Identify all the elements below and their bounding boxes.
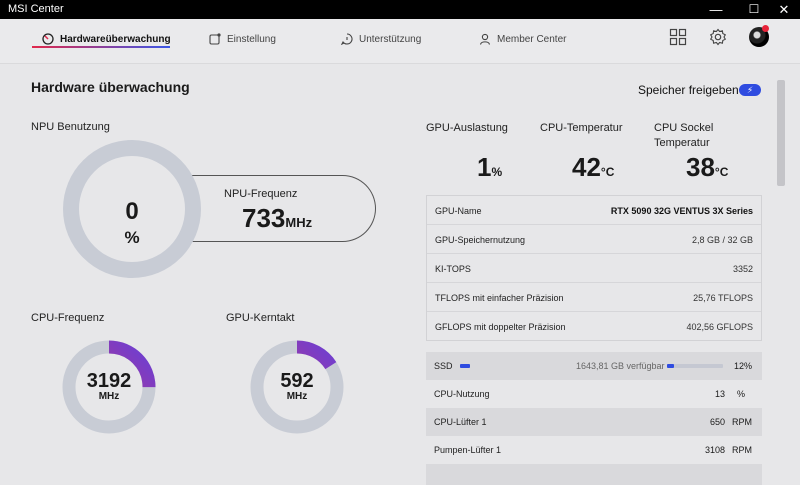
monitor-value: 13 [714,389,725,399]
ssd-mini-fill [460,364,470,368]
release-memory-button[interactable]: ⚡ [739,84,761,96]
ssd-free-space: 1643,81 GB verfügbar [576,361,665,371]
row-value: 25,76 TFLOPS [693,293,753,303]
grid-icon[interactable] [669,28,687,46]
cpu-frequency-unit: MHz [98,391,120,402]
cpu-temp-unit: °C [600,165,615,179]
monitor-row-partial [426,464,762,485]
gauge-icon [42,33,54,45]
cpu-temp-value: 42°C [572,152,614,183]
app-title: MSI Center [8,3,64,15]
monitor-row: CPU-Lüfter 1 650 RPM [426,408,762,436]
cpu-temp-number: 42 [572,152,601,182]
tab-support[interactable]: Unterstützung [341,27,421,51]
row-key: GPU-Name [435,206,482,216]
gpu-load-number: 1 [477,152,492,182]
row-key: GPU-Speichernutzung [435,235,526,245]
row-key: GFLOPS mit doppelter Präzision [435,322,566,332]
maximize-button[interactable]: ☐ [738,0,770,19]
table-row: GFLOPS mit doppelter Präzision 402,56 GF… [427,312,761,341]
row-key: TFLOPS mit einfacher Präzision [435,293,564,303]
scrollbar-thumb[interactable] [777,80,785,186]
npu-frequency-unit: MHz [285,215,313,230]
row-key: KI-TOPS [435,264,471,274]
row-value: 402,56 GFLOPS [686,322,753,332]
npu-frequency-label: NPU-Frequenz [224,188,298,200]
monitor-label: CPU-Nutzung [434,389,490,399]
cpu-frequency-gauge: 3192 MHz [62,340,156,434]
gpu-load-label: GPU-Auslastung [426,122,508,134]
gear-icon[interactable] [709,28,727,46]
npu-gauge-center: 0 % [79,156,185,262]
monitor-row: CPU-Nutzung 13 % [426,380,762,408]
cpu-socket-temp-value: 38°C [686,152,728,183]
table-row: TFLOPS mit einfacher Präzision 25,76 TFL… [427,283,761,312]
gpu-clock-gauge: 592 MHz [250,340,344,434]
cpu-frequency-label: CPU-Frequenz [31,312,105,324]
row-value: RTX 5090 32G VENTUS 3X Series [610,206,753,216]
support-chat-icon [341,33,353,45]
gpu-clock-unit: MHz [286,391,308,402]
monitor-unit: % [737,389,746,399]
gpu-clock-value: 592 [280,370,314,392]
gpu-clock-label: GPU-Kerntakt [226,312,295,324]
npu-usage-value: 0 [125,198,139,225]
tab-settings[interactable]: Einstellung [209,27,276,51]
table-row: KI-TOPS 3352 [427,254,761,283]
npu-usage-label: NPU Benutzung [31,121,110,133]
monitor-value: 3108 [704,445,725,455]
cpu-socket-label-line1: CPU Sockel [654,122,714,134]
page-title: Hardware überwachung [31,79,190,95]
release-memory-label: Speicher freigeben [638,83,739,97]
minimize-button[interactable]: — [700,0,732,19]
user-icon [479,33,491,45]
ssd-mini-bar [460,364,470,368]
monitor-unit: RPM [732,417,752,427]
npu-usage-gauge: 0 % [63,140,201,278]
table-row: GPU-Speichernutzung 2,8 GB / 32 GB [427,225,761,254]
title-bar: MSI Center — ☐ ✕ [0,0,800,19]
npu-frequency-panel: NPU-Frequenz 733MHz [188,175,376,242]
table-row: GPU-Name RTX 5090 32G VENTUS 3X Series [427,196,761,225]
monitor-label: Pumpen-Lüfter 1 [434,445,502,455]
cpu-frequency-value: 3192 [86,370,132,392]
npu-frequency-value: 733MHz [242,203,312,234]
row-value: 2,8 GB / 32 GB [691,235,753,245]
notification-dot [762,25,769,32]
lightning-icon: ⚡ [746,85,754,95]
cpu-socket-number: 38 [686,152,715,182]
monitor-unit: RPM [732,445,752,455]
cpu-socket-temp-label: CPU Sockel Temperatur [654,121,713,151]
row-value: 3352 [732,264,753,274]
monitor-row: Pumpen-Lüfter 1 3108 RPM [426,436,762,464]
monitor-value: 650 [709,417,725,427]
cpu-socket-unit: °C [714,165,729,179]
tab-member-center[interactable]: Member Center [479,27,566,51]
tab-label: Einstellung [227,33,276,45]
monitor-label: CPU-Lüfter 1 [434,417,487,427]
active-tab-indicator [32,46,170,48]
ssd-row: SSD 1643,81 GB verfügbar 12% [426,352,762,380]
gpu-load-value: 1% [477,152,502,183]
ssd-usage-fill [667,364,674,368]
cpu-temp-label: CPU-Temperatur [540,122,623,134]
ssd-label: SSD [434,361,453,371]
settings-window-icon [209,33,221,45]
gpu-info-table: GPU-Name RTX 5090 32G VENTUS 3X Series G… [426,195,762,341]
npu-usage-unit: % [124,228,140,247]
close-button[interactable]: ✕ [768,0,800,19]
ssd-usage-bar [667,364,723,368]
cpu-socket-label-line2: Temperatur [654,137,710,149]
ssd-percent: 12% [733,361,752,371]
tab-label: Member Center [497,33,567,45]
gpu-load-unit: % [491,165,503,179]
tab-label: Hardwareüberwachung [60,33,171,45]
tab-label: Unterstützung [359,33,422,45]
npu-frequency-number: 733 [242,203,286,233]
